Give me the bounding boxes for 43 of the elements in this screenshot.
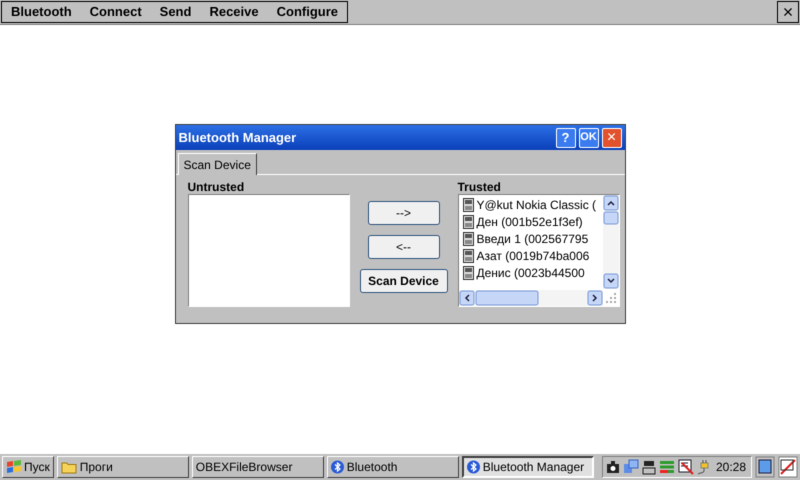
- phone-icon: [462, 266, 474, 280]
- move-right-button[interactable]: -->: [368, 201, 440, 225]
- phone-icon: [462, 198, 474, 212]
- device-item[interactable]: Ден (001b52e1f3ef): [476, 212, 583, 230]
- taskbar-button[interactable]: Bluetooth Manager: [462, 456, 594, 478]
- battery-icon[interactable]: [642, 459, 656, 475]
- start-button[interactable]: Пуск: [2, 456, 54, 478]
- phone-icon: [462, 232, 474, 246]
- power-plug-icon[interactable]: [696, 459, 711, 475]
- bluetooth-icon: [466, 460, 480, 474]
- horizontal-scrollbar[interactable]: [458, 290, 602, 306]
- menu-item[interactable]: Send: [150, 2, 200, 22]
- pen-icon[interactable]: [778, 456, 798, 478]
- close-button[interactable]: ×: [777, 1, 799, 23]
- phone-icon: [462, 248, 474, 262]
- close-button[interactable]: ×: [602, 128, 622, 148]
- menu-item[interactable]: Bluetooth: [2, 2, 81, 22]
- window-title: Bluetooth Manager: [178, 128, 298, 147]
- move-left-button[interactable]: <--: [368, 235, 440, 259]
- menu-item[interactable]: Connect: [80, 2, 151, 22]
- folder-icon: [60, 460, 77, 474]
- menu-item[interactable]: Receive: [200, 2, 268, 22]
- help-button[interactable]: ?: [556, 128, 576, 148]
- device-item[interactable]: Y@kut Nokia Classic (: [476, 196, 596, 214]
- device-item[interactable]: Азат (0019b74ba006: [476, 246, 590, 264]
- taskbar-button[interactable]: Bluetooth: [326, 456, 459, 478]
- device-item[interactable]: Денис (0023b44500: [476, 264, 585, 282]
- tab[interactable]: Scan Device: [178, 153, 257, 175]
- taskbar-button[interactable]: Проги: [56, 456, 189, 478]
- taskbar-button[interactable]: OBEXFileBrowser: [192, 456, 324, 478]
- bluetooth-icon: [330, 460, 344, 474]
- camera-icon[interactable]: [606, 460, 620, 474]
- scan-device-button[interactable]: Scan Device: [360, 269, 448, 293]
- group-label: Trusted: [458, 181, 502, 194]
- vertical-scrollbar[interactable]: [602, 195, 618, 289]
- ok-button[interactable]: OK: [578, 128, 598, 148]
- clock[interactable]: 20:28: [714, 458, 748, 476]
- windows-logo-icon: [6, 460, 22, 474]
- trusted-list[interactable]: Y@kut Nokia Classic ( Ден (001b52e1f3ef) Введи 1 (002567795 Азат (0019b74ba006 Денис (0023b44500: [458, 194, 620, 307]
- menu-item[interactable]: Configure: [268, 2, 347, 22]
- group-label: Untrusted: [188, 181, 246, 194]
- phone-icon: [462, 214, 474, 228]
- device-item[interactable]: Введи 1 (002567795: [476, 230, 588, 248]
